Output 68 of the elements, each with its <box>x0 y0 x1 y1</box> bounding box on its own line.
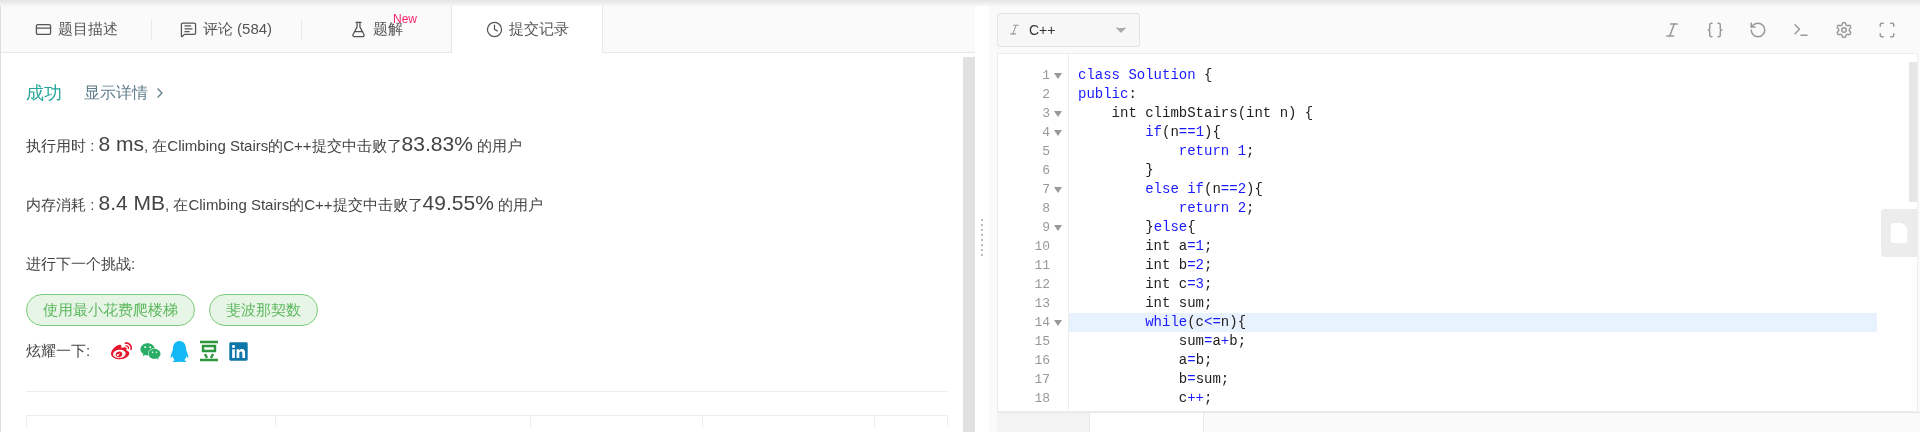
fullscreen-icon[interactable] <box>1878 20 1896 39</box>
comment-icon <box>179 20 197 38</box>
penguin-icon[interactable] <box>169 340 190 362</box>
status-text: 成功 <box>26 82 62 105</box>
fold-icon[interactable] <box>1054 224 1062 231</box>
line-number: 14 <box>998 313 1068 332</box>
line-number: 11 <box>1033 257 1051 275</box>
problem-tab[interactable]: 提交记录 <box>451 6 603 53</box>
line-number: 3 <box>998 104 1068 123</box>
next-challenge-label: 进行下一个挑战: <box>26 255 137 274</box>
code-line: return 2; <box>1177 199 1256 218</box>
info-icon <box>1008 23 1021 36</box>
clock-icon <box>485 21 503 38</box>
line-number: 6 <box>1041 162 1051 180</box>
line-number: 2 <box>1041 86 1051 104</box>
line-number: 18 <box>1033 390 1051 408</box>
fold-icon[interactable] <box>1054 129 1062 136</box>
details-link[interactable]: 显示详情 <box>84 82 168 104</box>
settings-icon[interactable] <box>1835 20 1853 39</box>
code-line: int climbStairs(int n) { <box>1110 104 1315 123</box>
code-line: class Solution { <box>1077 66 1214 85</box>
fold-icon[interactable] <box>1054 72 1062 79</box>
code-line: } <box>1144 161 1155 180</box>
scrollbar[interactable] <box>1909 62 1917 202</box>
code-line: public: <box>1077 85 1138 104</box>
line-number: 1 <box>998 66 1068 85</box>
douban-icon[interactable] <box>198 340 220 362</box>
fold-icon[interactable] <box>1054 319 1062 326</box>
braces-icon[interactable] <box>1706 20 1724 39</box>
fold-icon[interactable] <box>1054 186 1062 193</box>
stat-line: 内存消耗 : 8.4 MB, 在Climbing Stairs的C++提交中击败了49.55% 的用户 <box>26 190 544 216</box>
line-number: 5 <box>1041 143 1051 161</box>
line-number: 16 <box>1033 352 1051 370</box>
code-line: sum=a+b; <box>1177 332 1248 351</box>
code-line: else if(n==2){ <box>1144 180 1264 199</box>
line-number: 7 <box>998 180 1068 199</box>
line-number: 15 <box>1033 333 1051 351</box>
line-number: 4 <box>998 123 1068 142</box>
code-line: a=b; <box>1177 351 1214 370</box>
share-label: 炫耀一下: <box>26 341 92 361</box>
code-line: b=sum; <box>1177 370 1231 389</box>
line-number: 12 <box>1033 276 1051 294</box>
line-number: 8 <box>1041 200 1051 218</box>
linkedin-icon[interactable] <box>228 340 249 362</box>
scrollbar[interactable] <box>963 57 975 432</box>
flask-icon <box>349 20 367 38</box>
stat-line: 执行用时 : 8 ms, 在Climbing Stairs的C++提交中击败了83.83% 的用户 <box>26 131 523 157</box>
code-line: }else{ <box>1144 218 1197 237</box>
code-line: int sum; <box>1144 294 1214 313</box>
code-line: c++; <box>1177 389 1214 408</box>
fold-icon[interactable] <box>1054 110 1062 117</box>
code-line: return 1; <box>1177 142 1256 161</box>
problem-tab[interactable]: 题目描述 <box>1 6 151 52</box>
problem-tab[interactable]: 评论 (584) <box>151 6 301 52</box>
code-line: if(n==1){ <box>1144 123 1222 142</box>
line-number: 10 <box>1033 238 1051 256</box>
language-select[interactable]: C++ <box>997 12 1140 47</box>
line-number: 17 <box>1033 371 1051 389</box>
code-line: int b=2; <box>1144 256 1214 275</box>
wechat-icon[interactable] <box>140 340 161 362</box>
splitter-handle[interactable] <box>981 219 983 259</box>
line-number: 9 <box>998 218 1068 237</box>
line-number: 13 <box>1033 295 1051 313</box>
code-line: int a=1; <box>1144 237 1214 256</box>
weibo-icon[interactable] <box>111 340 132 362</box>
code-line: int c=3; <box>1144 275 1214 294</box>
info-icon[interactable] <box>1663 20 1681 39</box>
reset-icon[interactable] <box>1749 20 1767 39</box>
